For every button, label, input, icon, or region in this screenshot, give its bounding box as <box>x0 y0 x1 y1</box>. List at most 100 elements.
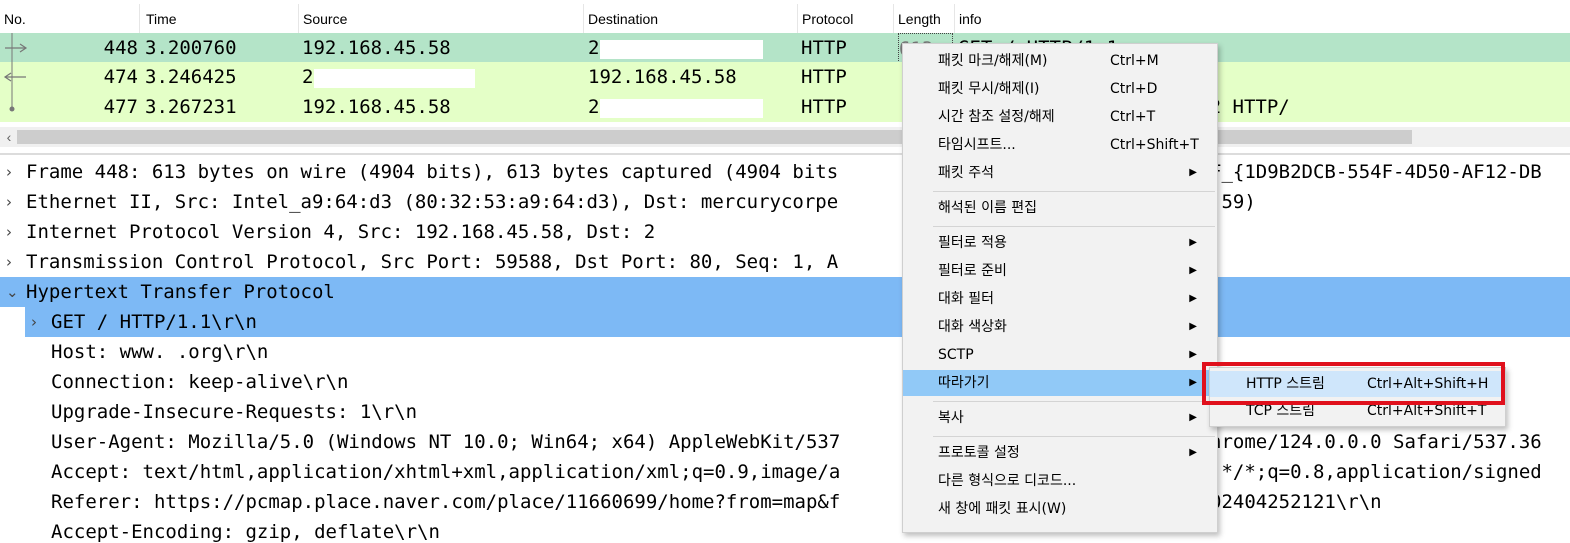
tree-collapsed-icon[interactable]: › <box>6 157 12 187</box>
column-protocol[interactable]: Protocol <box>798 4 894 34</box>
detail-tree-row[interactable]: Referer: https://pcmap.place.naver.com/p… <box>0 487 1570 517</box>
context-menu-item[interactable]: 대화 필터 ▶ <box>903 286 1217 312</box>
context-menu-item[interactable]: 해석된 이름 편집 <box>903 195 1217 221</box>
detail-tree-label: Ethernet II, Src: Intel_a9:64:d3 (80:32:… <box>26 191 839 213</box>
redaction-box <box>712 224 867 243</box>
menu-item-shortcut: Ctrl+Shift+T <box>1110 137 1199 153</box>
menu-item-label: 타임시프트... <box>938 137 1016 153</box>
column-no[interactable]: No. <box>0 4 140 34</box>
detail-tree-row[interactable]: › Transmission Control Protocol, Src Port… <box>0 247 1570 277</box>
detail-tree-row[interactable]: User-Agent: Mozilla/5.0 (Windows NT 10.0… <box>0 427 1570 457</box>
submenu-arrow-icon: ▶ <box>1189 447 1197 458</box>
detail-tree-label-tail: F_{1D9B2DCB-554F-4D50-AF12-DB <box>1210 161 1542 183</box>
detail-tree-row[interactable]: › Ethernet II, Src: Intel_a9:64:d3 (80:32… <box>0 187 1570 217</box>
scroll-left-icon[interactable]: ‹ <box>2 127 16 147</box>
context-menu-item[interactable]: 새 창에 패킷 표시(W) <box>903 496 1217 522</box>
context-menu-item[interactable]: 복사 ▶ <box>903 405 1217 431</box>
column-source[interactable]: Source <box>299 4 584 34</box>
menu-item-label: 패킷 마크/해제(M) <box>938 53 1048 69</box>
submenu-arrow-icon: ▶ <box>1189 293 1197 304</box>
context-menu-item[interactable]: 시간 참조 설정/해제 Ctrl+T <box>903 104 1217 130</box>
packet-list-header: No. Time Source Destination Protocol Len… <box>0 4 1570 34</box>
detail-tree-row[interactable]: Accept: text/html,application/xhtml+xml,… <box>0 457 1570 487</box>
packet-protocol-cell: HTTP <box>801 37 847 59</box>
packet-time-cell: 3.267231 <box>145 96 237 118</box>
menu-item-label: 대화 필터 <box>938 291 994 307</box>
detail-tree-row[interactable]: › Internet Protocol Version 4, Src: 192.1… <box>0 217 1570 247</box>
context-menu-item[interactable]: 타임시프트... Ctrl+Shift+T <box>903 132 1217 158</box>
context-menu-item[interactable]: 패킷 마크/해제(M) Ctrl+M <box>903 48 1217 74</box>
detail-tree-label: Accept: text/html,application/xhtml+xml,… <box>51 461 841 483</box>
column-length[interactable]: Length <box>894 4 955 34</box>
detail-tree-label: Frame 448: 613 bytes on wire (4904 bits)… <box>26 161 839 183</box>
packet-source-cell: 192.168.45.58 <box>302 96 451 118</box>
menu-item-label: 필터로 준비 <box>938 263 1007 279</box>
context-menu-item[interactable]: SCTP ▶ <box>903 342 1217 368</box>
detail-tree-label-tail: ,*/*;q=0.8,application/signed <box>1210 461 1542 483</box>
submenu-arrow-icon: ▶ <box>1189 412 1197 423</box>
packet-no-cell: 448 <box>103 37 138 59</box>
packet-source-cell: 192.168.45.58 <box>302 37 451 59</box>
menu-item-label: 새 창에 패킷 표시(W) <box>938 501 1067 517</box>
context-menu-item[interactable]: 대화 색상화 ▶ <box>903 314 1217 340</box>
detail-tree-label: GET / HTTP/1.1\r\n <box>51 311 257 333</box>
tree-collapsed-icon[interactable]: › <box>6 247 12 277</box>
context-menu-item[interactable]: 프로토콜 설정 ▶ <box>903 440 1217 466</box>
highlight-callout-box <box>1202 362 1505 405</box>
menu-separator <box>933 191 1215 192</box>
submenu-arrow-icon: ▶ <box>1189 349 1197 360</box>
horizontal-scrollbar[interactable]: ‹ <box>0 127 1570 147</box>
menu-item-shortcut: Ctrl+T <box>1110 109 1156 125</box>
packet-protocol-cell: HTTP <box>801 96 847 118</box>
context-menu-item[interactable]: 필터로 적용 ▶ <box>903 230 1217 256</box>
related-packet-indicator-icon <box>0 33 40 63</box>
detail-tree-label: Referer: https://pcmap.place.naver.com/p… <box>51 491 841 513</box>
menu-item-label: 복사 <box>938 410 964 426</box>
related-packet-indicator-icon <box>0 62 40 92</box>
related-packet-indicator-icon <box>0 92 40 122</box>
detail-tree-label: Accept-Encoding: gzip, deflate\r\n <box>51 521 440 543</box>
context-menu-item[interactable]: 필터로 준비 ▶ <box>903 258 1217 284</box>
packet-time-cell: 3.246425 <box>145 66 237 88</box>
detail-tree-label: Upgrade-Insecure-Requests: 1\r\n <box>51 401 418 423</box>
detail-tree-label: Hypertext Transfer Protocol <box>26 281 335 303</box>
menu-item-shortcut: Ctrl+M <box>1110 53 1159 69</box>
detail-tree-label-tail: 02404252121\r\n <box>1210 491 1382 513</box>
menu-separator <box>933 226 1215 227</box>
column-destination[interactable]: Destination <box>584 4 798 34</box>
packet-destination-cell: 192.168.45.58 <box>588 66 737 88</box>
packet-details-pane[interactable]: › Frame 448: 613 bytes on wire (4904 bits… <box>0 153 1570 543</box>
packet-row[interactable]: 4483.200760192.168.45.582HTTP613GET / HT… <box>0 33 1570 63</box>
tree-collapsed-icon[interactable]: › <box>6 187 12 217</box>
packet-no-cell: 477 <box>103 96 138 118</box>
menu-item-label: 다른 형식으로 디코드... <box>938 473 1077 489</box>
column-time[interactable]: Time <box>142 4 299 34</box>
packet-no-cell: 474 <box>103 66 138 88</box>
context-menu-item[interactable]: 패킷 주석 ▶ <box>903 160 1217 186</box>
redaction-box <box>600 40 763 59</box>
detail-tree-label: Host: www. .org\r\n <box>51 341 269 363</box>
tree-collapsed-icon[interactable]: › <box>6 217 12 247</box>
detail-tree-row[interactable]: ⌄ Hypertext Transfer Protocol <box>0 277 1570 307</box>
detail-tree-label: Connection: keep-alive\r\n <box>51 371 349 393</box>
submenu-arrow-icon: ▶ <box>1189 237 1197 248</box>
detail-tree-label: User-Agent: Mozilla/5.0 (Windows NT 10.0… <box>51 431 841 453</box>
detail-tree-row[interactable]: Accept-Encoding: gzip, deflate\r\n <box>0 517 1570 543</box>
packet-row[interactable]: 4773.267231192.168.45.582HTTPex.css?ver=… <box>0 92 1570 122</box>
context-menu-item[interactable]: 다른 형식으로 디코드... <box>903 468 1217 494</box>
packet-list[interactable]: No. Time Source Destination Protocol Len… <box>0 0 1570 153</box>
redaction-box <box>600 99 763 118</box>
menu-item-label: 패킷 무시/해제(I) <box>938 81 1040 97</box>
tree-collapsed-icon[interactable]: › <box>31 307 37 337</box>
tree-expanded-icon[interactable]: ⌄ <box>6 277 19 307</box>
column-info[interactable]: info <box>955 4 1570 34</box>
packet-protocol-cell: HTTP <box>801 66 847 88</box>
context-menu-item[interactable]: 패킷 무시/해제(I) Ctrl+D <box>903 76 1217 102</box>
packet-row[interactable]: 4743.2464252192.168.45.58HTTPt/html) <box>0 62 1570 92</box>
detail-tree-row[interactable]: › GET / HTTP/1.1\r\n <box>25 307 1570 337</box>
menu-item-label: 프로토콜 설정 <box>938 445 1020 461</box>
menu-item-label: 따라가기 <box>938 375 990 391</box>
detail-tree-row[interactable]: › Frame 448: 613 bytes on wire (4904 bits… <box>0 157 1570 187</box>
submenu-arrow-icon: ▶ <box>1189 167 1197 178</box>
context-menu-item[interactable]: 따라가기 ▶ <box>903 370 1217 396</box>
